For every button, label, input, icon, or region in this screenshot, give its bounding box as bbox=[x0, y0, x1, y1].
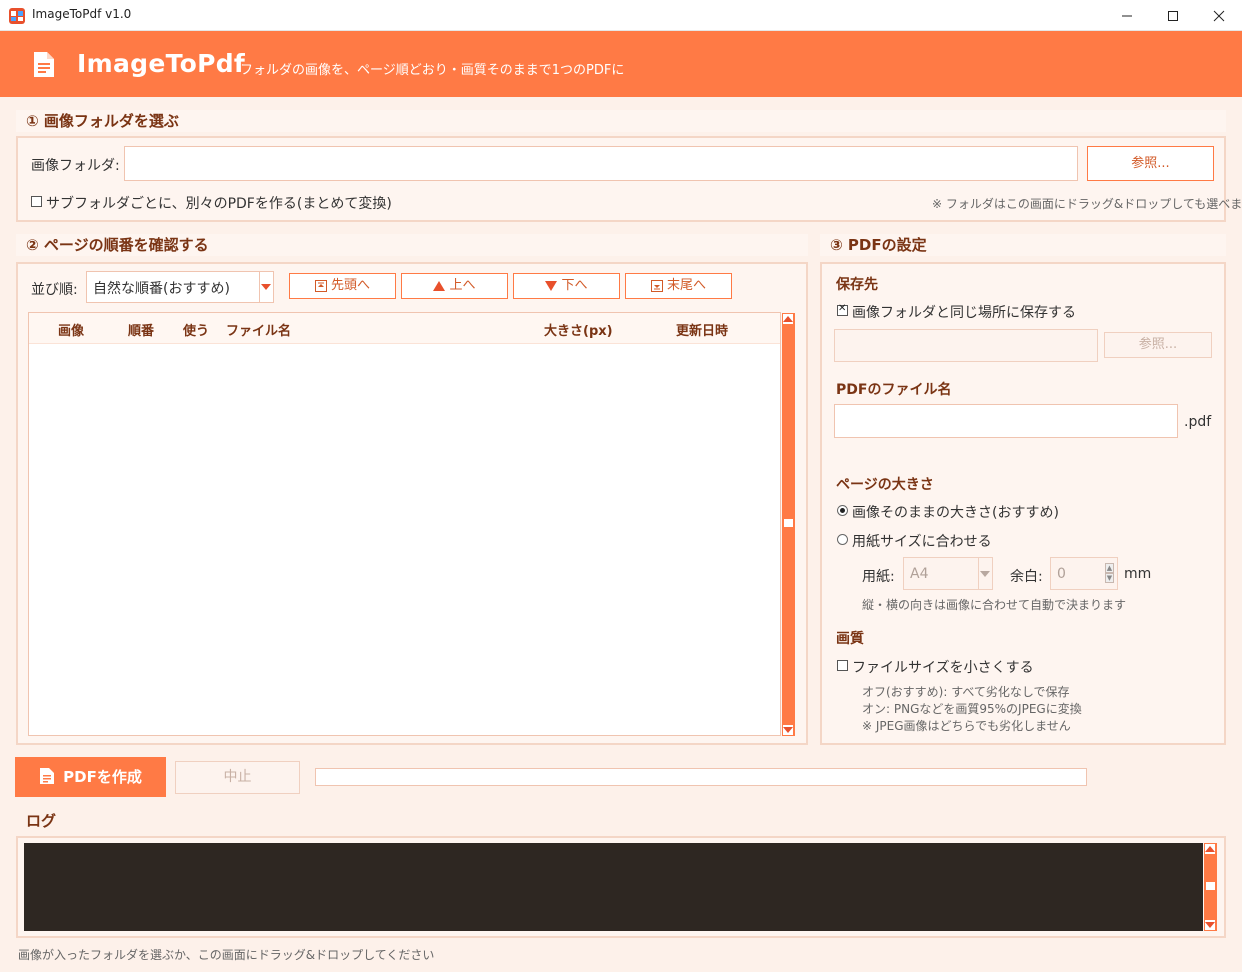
page-size-fit-radio[interactable] bbox=[837, 534, 848, 545]
triangle-down-icon bbox=[1205, 922, 1215, 928]
close-button[interactable] bbox=[1196, 0, 1242, 31]
app-name: ImageToPdf bbox=[77, 49, 246, 78]
paper-label: 用紙: bbox=[862, 569, 895, 585]
same-folder-checkbox[interactable] bbox=[837, 303, 848, 316]
document-icon bbox=[34, 52, 54, 77]
chevron-down-icon bbox=[980, 571, 990, 577]
save-dest-heading: 保存先 bbox=[836, 277, 878, 293]
spinner-up-icon[interactable]: ▲ bbox=[1105, 563, 1114, 573]
window-title: ImageToPdf v1.0 bbox=[32, 7, 132, 21]
filename-input[interactable] bbox=[834, 404, 1178, 438]
page-size-original-label[interactable]: 画像そのままの大きさ(おすすめ) bbox=[852, 502, 1059, 522]
title-bar[interactable]: ImageToPdf v1.0 bbox=[0, 0, 1242, 31]
maximize-button[interactable] bbox=[1150, 0, 1196, 31]
filename-extension: .pdf bbox=[1184, 414, 1212, 430]
move-top-icon bbox=[314, 280, 327, 292]
progress-bar bbox=[315, 768, 1087, 786]
minimize-icon bbox=[1122, 15, 1132, 17]
subfolder-checkbox[interactable] bbox=[31, 196, 42, 207]
maximize-icon bbox=[1168, 11, 1178, 21]
log-scroll-down-button[interactable] bbox=[1204, 919, 1216, 931]
page-list-table[interactable] bbox=[28, 312, 781, 736]
triangle-up-icon bbox=[1205, 846, 1215, 852]
margin-value: 0 bbox=[1057, 566, 1066, 582]
move-down-button[interactable]: 下へ bbox=[513, 273, 620, 299]
page-size-heading: ページの大きさ bbox=[836, 477, 934, 493]
folder-input[interactable] bbox=[124, 146, 1078, 181]
arrow-down-icon bbox=[545, 281, 558, 291]
log-output[interactable] bbox=[24, 843, 1203, 931]
column-header-modified[interactable]: 更新日時 bbox=[676, 320, 728, 339]
scroll-up-button[interactable] bbox=[782, 313, 794, 325]
save-path-input[interactable] bbox=[834, 329, 1098, 362]
column-header-filename[interactable]: ファイル名 bbox=[226, 320, 291, 339]
log-scroll-up-button[interactable] bbox=[1204, 843, 1216, 855]
log-title: ログ bbox=[26, 812, 57, 830]
minimize-button[interactable] bbox=[1104, 0, 1150, 31]
section2-title: ② ページの順番を確認する bbox=[16, 234, 808, 256]
paper-select-value: A4 bbox=[910, 566, 929, 582]
triangle-down-icon bbox=[783, 727, 793, 733]
sort-label: 並び順: bbox=[31, 282, 78, 298]
move-bottom-button[interactable]: 末尾へ bbox=[625, 273, 732, 299]
folder-label: 画像フォルダ: bbox=[31, 158, 120, 174]
margin-label: 余白: bbox=[1010, 569, 1043, 585]
page-size-original-radio[interactable] bbox=[837, 505, 848, 516]
triangle-up-icon bbox=[783, 316, 793, 322]
arrow-up-icon bbox=[433, 281, 446, 291]
paper-select[interactable]: A4 bbox=[903, 557, 993, 590]
section1-title: ① 画像フォルダを選ぶ bbox=[16, 110, 1226, 132]
scroll-down-button[interactable] bbox=[782, 724, 794, 736]
move-up-button[interactable]: 上へ bbox=[401, 273, 508, 299]
app-tagline: フォルダの画像を、ページ順どおり・画質そのままで1つのPDFに bbox=[240, 63, 625, 78]
app-icon bbox=[9, 8, 25, 24]
document-icon bbox=[40, 768, 55, 784]
move-top-button[interactable]: 先頭へ bbox=[289, 273, 396, 299]
cancel-button[interactable]: 中止 bbox=[175, 761, 300, 794]
reduce-size-checkbox[interactable] bbox=[837, 660, 848, 671]
column-header-size[interactable]: 大きさ(px) bbox=[544, 320, 613, 339]
scroll-thumb[interactable] bbox=[783, 518, 794, 528]
subfolder-checkbox-label[interactable]: サブフォルダごとに、別々のPDFを作る(まとめて変換) bbox=[46, 193, 392, 213]
create-pdf-button[interactable]: PDFを作成 bbox=[15, 757, 166, 797]
quality-heading: 画質 bbox=[836, 631, 864, 647]
same-folder-label[interactable]: 画像フォルダと同じ場所に保存する bbox=[852, 302, 1076, 322]
spinner-down-icon[interactable]: ▼ bbox=[1105, 573, 1114, 583]
filename-heading: PDFのファイル名 bbox=[836, 382, 952, 398]
orientation-note: 縦・横の向きは画像に合わせて自動で決まります bbox=[862, 598, 1127, 612]
quality-note-1: オフ(おすすめ): すべて劣化なしで保存 bbox=[862, 685, 1070, 699]
sort-select-value: 自然な順番(おすすめ) bbox=[93, 281, 230, 297]
move-bottom-icon bbox=[650, 280, 663, 292]
save-browse-button[interactable]: 参照... bbox=[1104, 332, 1212, 358]
page-size-fit-label[interactable]: 用紙サイズに合わせる bbox=[852, 531, 992, 551]
status-bar-text: 画像が入ったフォルダを選ぶか、この画面にドラッグ&ドロップしてください bbox=[18, 948, 435, 962]
drop-hint: ※ フォルダはこの画面にドラッグ&ドロップしても選べます bbox=[932, 197, 1242, 211]
quality-note-3: ※ JPEG画像はどちらでも劣化しません bbox=[862, 719, 1071, 733]
column-header-image[interactable]: 画像 bbox=[58, 320, 84, 339]
sort-select[interactable]: 自然な順番(おすすめ) bbox=[86, 271, 274, 303]
folder-browse-button[interactable]: 参照... bbox=[1087, 146, 1214, 181]
quality-note-2: オン: PNGなどを画質95%のJPEGに変換 bbox=[862, 702, 1082, 716]
margin-unit: mm bbox=[1124, 566, 1152, 582]
column-header-use[interactable]: 使う bbox=[183, 320, 209, 339]
column-header-order[interactable]: 順番 bbox=[128, 320, 154, 339]
reduce-size-label[interactable]: ファイルサイズを小さくする bbox=[852, 657, 1034, 677]
chevron-down-icon bbox=[261, 284, 271, 290]
section3-title: ③ PDFの設定 bbox=[820, 234, 1226, 256]
log-scroll-thumb[interactable] bbox=[1205, 881, 1216, 891]
close-icon bbox=[1213, 10, 1225, 22]
margin-spinner[interactable]: 0 ▲ ▼ bbox=[1050, 557, 1118, 590]
app-header: ImageToPdf フォルダの画像を、ページ順どおり・画質そのままで1つのPD… bbox=[0, 31, 1242, 97]
